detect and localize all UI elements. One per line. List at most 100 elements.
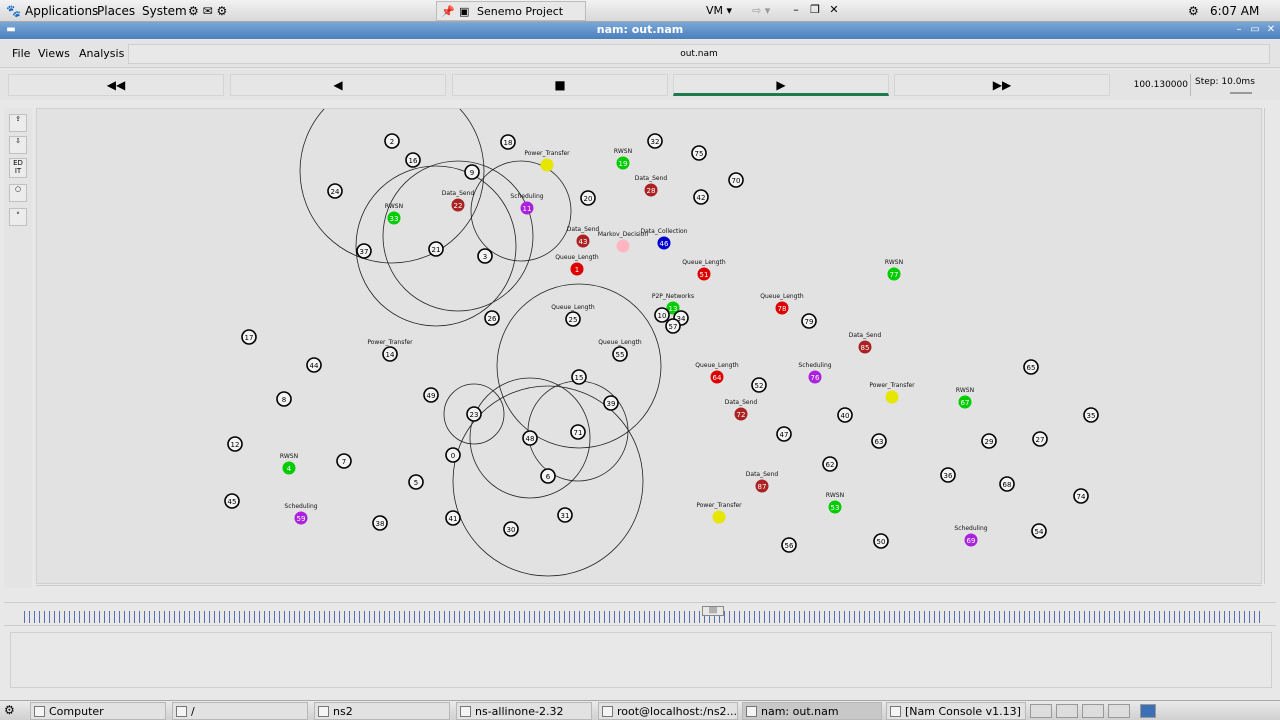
annotation-area[interactable] [10, 632, 1272, 688]
network-node[interactable]: 0 [445, 447, 461, 463]
menu-views[interactable]: Views [38, 47, 70, 60]
network-node[interactable]: 24 [327, 183, 343, 199]
network-node[interactable]: 85 Data_Send [849, 332, 882, 354]
network-node[interactable]: 17 [241, 329, 257, 345]
network-node[interactable]: 50 [873, 533, 889, 549]
network-node[interactable]: 56 [781, 537, 797, 553]
network-node[interactable]: 74 [1073, 488, 1089, 504]
network-node[interactable]: 65 [1023, 359, 1039, 375]
network-node[interactable]: 42 [693, 189, 709, 205]
network-node[interactable]: 72 Data_Send [725, 399, 758, 421]
network-node[interactable]: 41 [445, 510, 461, 526]
title-close-icon[interactable]: ✕ [1264, 23, 1278, 37]
network-node[interactable]: 51 Queue_Length [682, 259, 726, 281]
zoom-in-icon[interactable]: ⇪ [9, 114, 27, 132]
network-node[interactable]: 12 [227, 436, 243, 452]
network-node[interactable]: 45 [224, 493, 240, 509]
network-node[interactable]: 64 Queue_Length [695, 362, 739, 384]
network-node[interactable]: 68 [999, 476, 1015, 492]
network-node[interactable]: 57 [665, 318, 681, 334]
network-node[interactable]: 62 [822, 456, 838, 472]
network-node[interactable]: 49 [423, 387, 439, 403]
network-node[interactable]: 67 RWSN [956, 387, 974, 409]
network-node[interactable]: 48 [522, 430, 538, 446]
workspace-4[interactable] [1108, 704, 1130, 718]
network-node[interactable]: 28 Data_Send [635, 175, 668, 197]
restore-icon[interactable]: ❐ [807, 2, 823, 18]
network-node[interactable]: 87 Data_Send [746, 471, 779, 493]
network-node[interactable]: 75 [691, 145, 707, 161]
network-node[interactable]: 8 [276, 391, 292, 407]
network-node[interactable]: 79 [801, 313, 817, 329]
network-node[interactable]: 6 [540, 468, 556, 484]
task-nam-console[interactable]: [Nam Console v1.13] [886, 702, 1026, 720]
network-node[interactable]: 1 Queue_Length [555, 254, 599, 276]
close-icon[interactable]: ✕ [826, 2, 842, 18]
network-node[interactable]: 54 [1031, 523, 1047, 539]
network-node[interactable]: 71 [570, 424, 586, 440]
network-node[interactable]: 44 [306, 357, 322, 373]
network-node[interactable]: 16 [405, 152, 421, 168]
applications-menu[interactable]: Applications [25, 2, 98, 20]
network-node[interactable]: 11 Scheduling [510, 193, 544, 215]
stop-button[interactable]: ■ [452, 74, 668, 96]
network-node[interactable]: 25 Queue_Length [551, 304, 595, 327]
network-node[interactable]: 18 [500, 134, 516, 150]
network-node[interactable]: 40 [837, 407, 853, 423]
network-node[interactable]: 29 [981, 433, 997, 449]
network-node[interactable]: 63 [871, 433, 887, 449]
zoom-out-icon[interactable]: ⇩ [9, 136, 27, 154]
network-node[interactable]: 37 [356, 243, 372, 259]
fast-forward-button[interactable]: ▶▶ [894, 74, 1110, 96]
menu-analysis[interactable]: Analysis [79, 47, 124, 60]
network-node[interactable]: 39 [603, 395, 619, 411]
network-node[interactable]: 76 Scheduling [798, 362, 832, 384]
network-node[interactable]: 55 Queue_Length [598, 339, 642, 362]
send-icon[interactable]: ⇨ ▾ [752, 1, 770, 21]
network-node[interactable]: 35 [1083, 407, 1099, 423]
network-canvas[interactable]: 2 16 18 9 24 33 RWSN 22 Data_Send 37 21 3 26 Power_Tr… [36, 108, 1262, 584]
network-node[interactable]: 21 [428, 241, 444, 257]
network-node[interactable]: 14 Power_Transfer [367, 339, 413, 362]
timeline-marker[interactable]: |||| [702, 606, 724, 616]
step-slider[interactable] [1230, 92, 1252, 94]
menu-file[interactable]: File [12, 47, 30, 60]
clock[interactable]: 6:07 AM [1210, 2, 1259, 20]
network-node[interactable]: 38 [372, 515, 388, 531]
network-node[interactable]: 33 RWSN [385, 203, 403, 225]
show-desktop-icon[interactable]: ⚙ [4, 703, 15, 717]
task-root-folder[interactable]: / [172, 702, 308, 720]
network-node[interactable]: 70 [728, 172, 744, 188]
play-button[interactable]: ▶ [673, 74, 889, 96]
network-node[interactable]: 23 [466, 406, 482, 422]
vertical-scrollbar[interactable] [1264, 108, 1274, 584]
task-nam-out[interactable]: nam: out.nam [742, 702, 882, 720]
horizontal-scrollbar[interactable] [36, 585, 1262, 593]
network-node[interactable]: 3 [477, 248, 493, 264]
workspace-3[interactable] [1082, 704, 1104, 718]
network-node[interactable]: 30 [503, 521, 519, 537]
trash-icon[interactable] [1140, 704, 1156, 718]
network-node[interactable]: Power_Transfer [524, 150, 570, 172]
title-minimize-icon[interactable]: – [1232, 23, 1246, 37]
network-node[interactable]: 77 RWSN [885, 259, 903, 281]
network-node[interactable]: 53 RWSN [826, 492, 844, 514]
network-node[interactable]: 69 Scheduling [954, 525, 988, 547]
small-circle-tool-icon[interactable]: ∘ [9, 208, 27, 226]
task-ns2[interactable]: ns2 [314, 702, 450, 720]
task-terminal[interactable]: root@localhost:/ns2... [598, 702, 738, 720]
circle-tool-icon[interactable]: ○ [9, 184, 27, 202]
network-node[interactable]: 22 Data_Send [442, 190, 475, 212]
network-node[interactable]: 9 [464, 164, 480, 180]
launcher-icons[interactable]: ⚙ ✉ ⚙ [188, 2, 227, 20]
network-node[interactable]: 36 [940, 467, 956, 483]
network-node[interactable]: 26 [484, 310, 500, 326]
network-node[interactable]: 2 [384, 133, 400, 149]
network-node[interactable]: 27 [1032, 431, 1048, 447]
task-computer[interactable]: Computer [30, 702, 166, 720]
network-node[interactable]: 4 RWSN [280, 453, 298, 475]
network-node[interactable]: 43 Data_Send [567, 226, 600, 248]
network-node[interactable]: 20 [580, 190, 596, 206]
timeline-slider[interactable]: |||| [4, 602, 1276, 626]
task-ns-allinone[interactable]: ns-allinone-2.32 [456, 702, 592, 720]
